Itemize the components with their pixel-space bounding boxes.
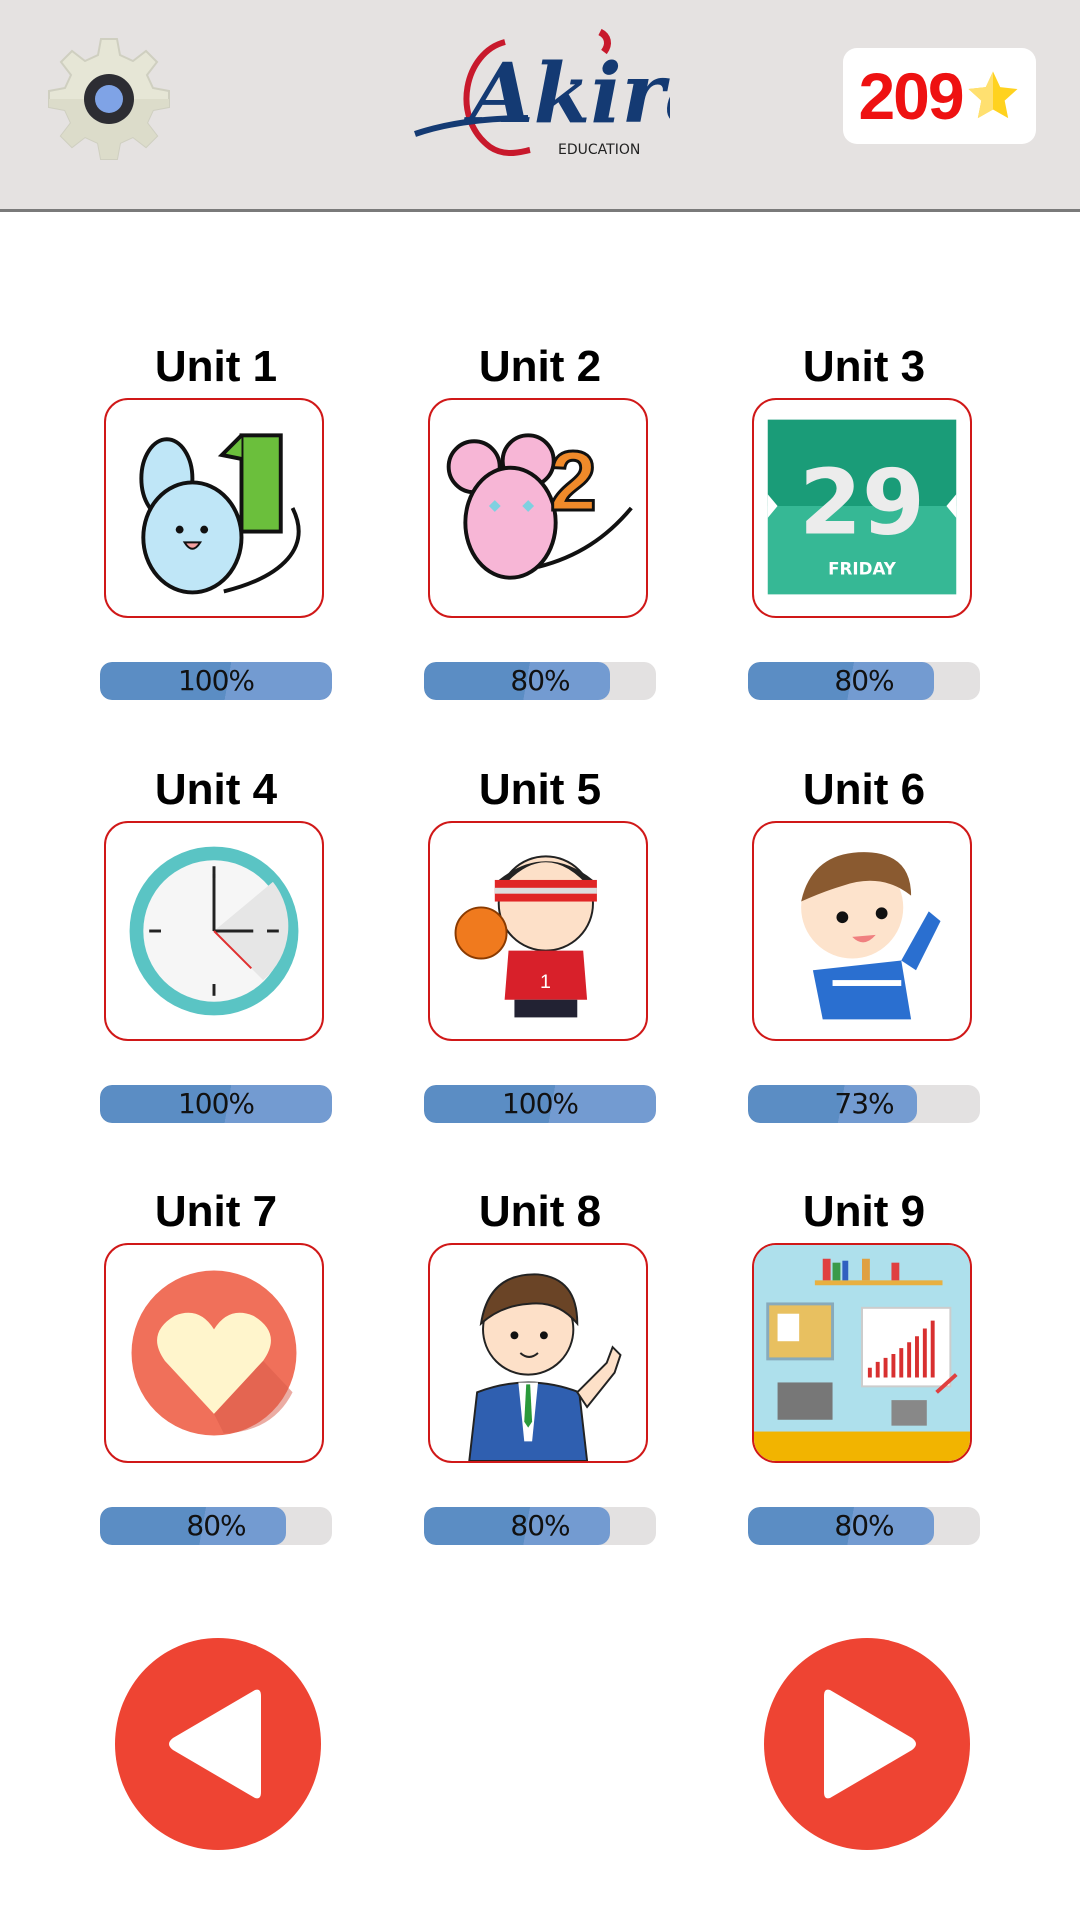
settings-button[interactable]	[45, 35, 173, 163]
calendar-weekday: FRIDAY	[828, 560, 897, 579]
star-score-badge: 209	[843, 48, 1036, 144]
unit-progress-bar: 80%	[748, 1507, 980, 1545]
unit-card-button[interactable]: 1	[428, 821, 648, 1041]
logo-tagline: EDUCATION	[558, 142, 640, 158]
unit-progress-bar: 73%	[748, 1085, 980, 1123]
logo-brand: Akira	[463, 46, 670, 142]
calendar-icon: 29 FRIDAY	[754, 400, 970, 616]
progress-label: 80%	[510, 664, 570, 697]
progress-label: 100%	[177, 1087, 255, 1120]
akira-logo: Akira EDUCATION	[410, 22, 718, 162]
mouse-number-one-icon	[106, 400, 322, 616]
unit-title: Unit 6	[802, 765, 926, 814]
mouse-number-two-icon: 2	[430, 400, 646, 616]
top-bar: Akira EDUCATION 209	[0, 0, 1080, 212]
unit-card-button[interactable]	[104, 1243, 324, 1463]
unit-card-button[interactable]	[752, 821, 972, 1041]
triangle-left-icon	[169, 1689, 261, 1799]
unit-title: Unit 1	[154, 342, 278, 391]
heart-icon	[106, 1245, 322, 1461]
progress-label: 80%	[834, 1509, 894, 1542]
star-icon	[968, 71, 1018, 119]
unit-progress-bar: 80%	[100, 1507, 332, 1545]
progress-label: 80%	[834, 664, 894, 697]
unit-card-button[interactable]: 29 FRIDAY	[752, 398, 972, 618]
unit-title: Unit 3	[802, 342, 926, 391]
svg-text:2: 2	[550, 434, 597, 528]
basketball-boy-icon: 1	[430, 823, 646, 1039]
unit-progress-bar: 80%	[424, 1507, 656, 1545]
unit-card-button[interactable]	[104, 398, 324, 618]
unit-progress-bar: 80%	[424, 662, 656, 700]
teacher-icon	[430, 1245, 646, 1461]
unit-progress-bar: 100%	[100, 662, 332, 700]
office-desk-icon	[754, 1245, 970, 1461]
stretching-boy-icon	[754, 823, 970, 1039]
unit-title: Unit 2	[478, 342, 602, 391]
unit-title: Unit 5	[478, 765, 602, 814]
unit-title: Unit 8	[478, 1187, 602, 1236]
unit-card-button[interactable]	[104, 821, 324, 1041]
svg-text:1: 1	[540, 971, 551, 993]
previous-page-button[interactable]	[115, 1638, 321, 1850]
unit-card-button[interactable]	[752, 1243, 972, 1463]
progress-label: 100%	[501, 1087, 579, 1120]
calendar-day: 29	[799, 451, 925, 556]
clock-icon	[106, 823, 322, 1039]
unit-title: Unit 7	[154, 1187, 278, 1236]
unit-progress-bar: 100%	[424, 1085, 656, 1123]
unit-progress-bar: 80%	[748, 662, 980, 700]
progress-label: 80%	[510, 1509, 570, 1542]
unit-title: Unit 9	[802, 1187, 926, 1236]
unit-title: Unit 4	[154, 765, 278, 814]
unit-card-button[interactable]	[428, 1243, 648, 1463]
progress-label: 80%	[186, 1509, 246, 1542]
next-page-button[interactable]	[764, 1638, 970, 1850]
triangle-right-icon	[824, 1689, 916, 1799]
progress-label: 73%	[834, 1087, 894, 1120]
unit-progress-bar: 100%	[100, 1085, 332, 1123]
gear-icon	[48, 38, 170, 160]
progress-label: 100%	[177, 664, 255, 697]
star-count: 209	[858, 59, 964, 133]
unit-card-button[interactable]: 2	[428, 398, 648, 618]
